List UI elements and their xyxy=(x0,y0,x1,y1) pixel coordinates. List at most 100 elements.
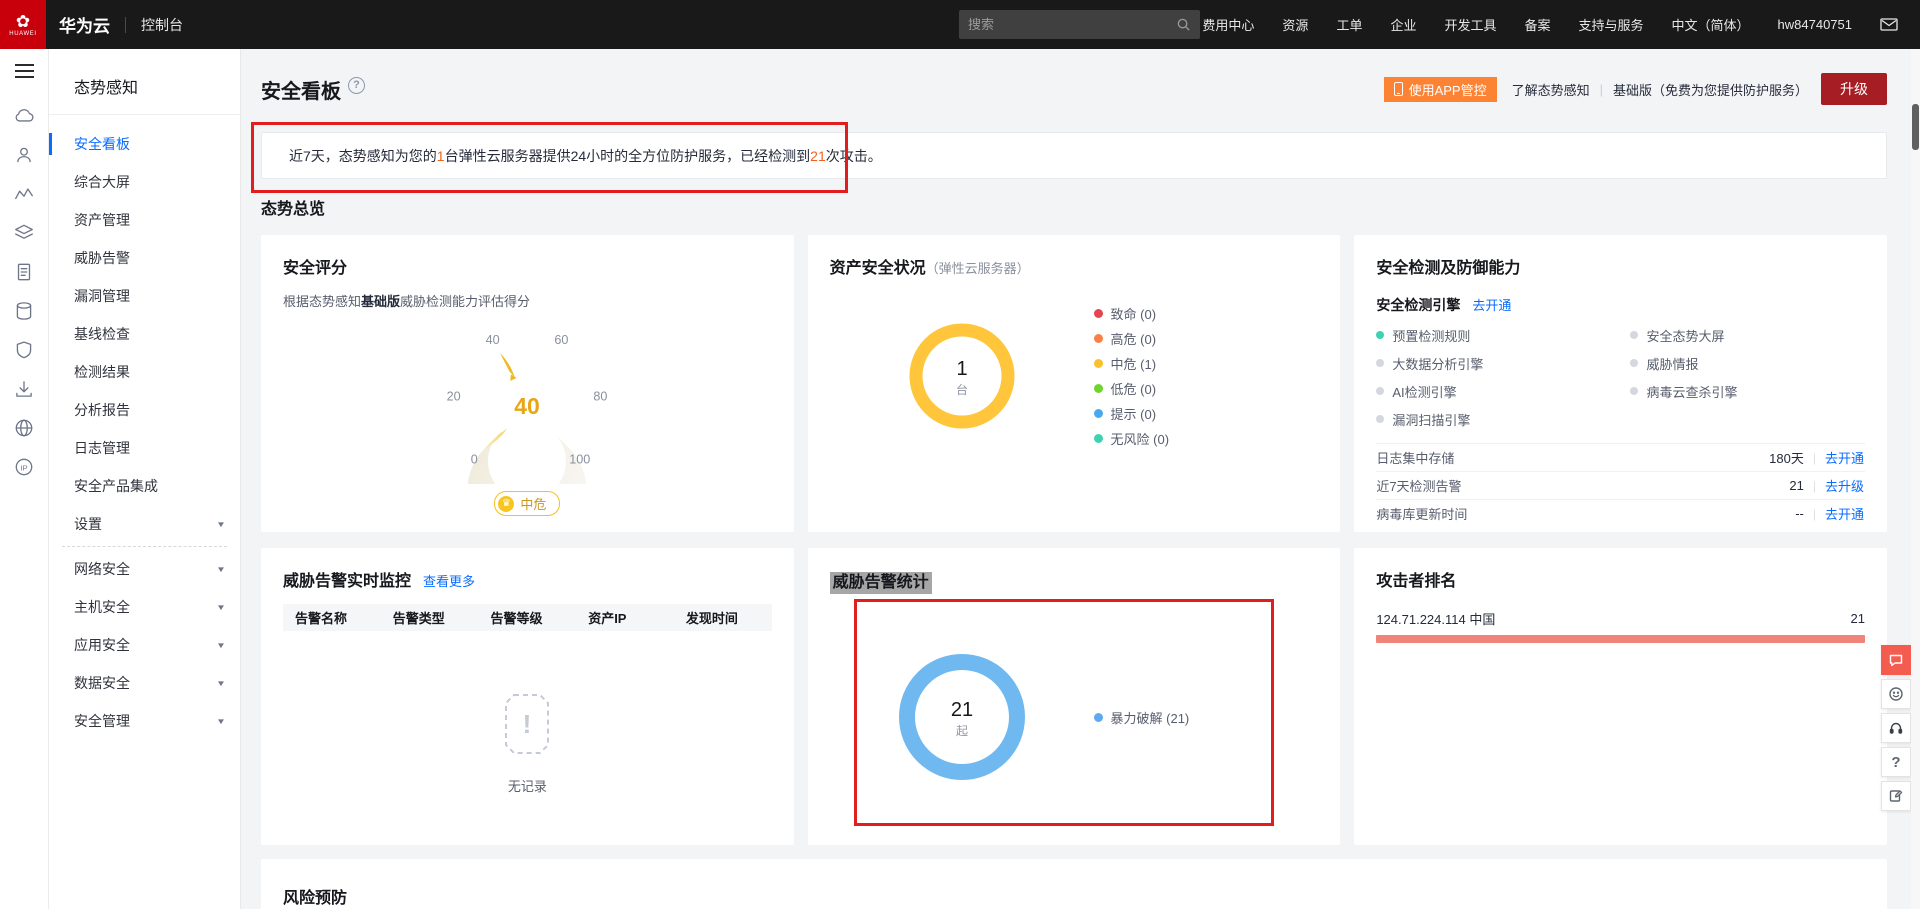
sidebar-group-app-security[interactable]: 应用安全 ▼ xyxy=(49,626,240,664)
learn-link[interactable]: 了解态势感知 xyxy=(1512,80,1590,99)
ip-icon[interactable]: IP xyxy=(12,455,36,479)
service-hotline-button[interactable] xyxy=(1881,713,1911,743)
document-icon[interactable] xyxy=(12,260,36,284)
chevron-down-icon: ▼ xyxy=(216,519,226,529)
cloud-icon[interactable] xyxy=(12,104,36,128)
status-dot xyxy=(1630,359,1639,367)
sidebar-group-data-security[interactable]: 数据安全 ▼ xyxy=(49,664,240,702)
help-icon[interactable]: ? xyxy=(348,76,365,94)
app-control-button[interactable]: 使用APP管控 xyxy=(1383,76,1497,102)
engine-enable-link[interactable]: 去开通 xyxy=(1472,295,1511,314)
shield-icon[interactable] xyxy=(12,338,36,362)
download-icon[interactable] xyxy=(12,377,36,401)
chevron-down-icon: ▼ xyxy=(216,678,226,688)
sidebar-item-log-management[interactable]: 日志管理 xyxy=(49,429,240,467)
brand-huaweicloud[interactable]: 华为云 xyxy=(59,12,110,37)
sidebar-item-big-screen[interactable]: 综合大屏 xyxy=(49,163,240,201)
risk-prevention-card: 风险预防 xyxy=(261,859,1887,909)
section-title-overview: 态势总览 xyxy=(261,201,326,218)
menu-icp[interactable]: 备案 xyxy=(1524,15,1550,34)
huawei-logo[interactable]: ✿ HUAWEI xyxy=(0,0,46,49)
feedback-edit-button[interactable] xyxy=(1881,781,1911,811)
stat-virus-db: 病毒库更新时间 -- | 去开通 xyxy=(1376,499,1865,527)
sidebar-item-security-dashboard[interactable]: 安全看板 xyxy=(49,125,240,163)
menu-account[interactable]: hw84740751 xyxy=(1778,17,1852,32)
sidebar-group-network-security[interactable]: 网络安全 ▼ xyxy=(49,550,240,588)
sidebar-item-analysis-reports[interactable]: 分析报告 xyxy=(49,391,240,429)
security-score-card: 安全评分 根据态势感知基础版威胁检测能力评估得分 40 0 20 40 60 8… xyxy=(261,235,794,550)
svg-text:IP: IP xyxy=(20,463,27,472)
chat-support-button[interactable] xyxy=(1881,645,1911,675)
sidebar-item-product-integration[interactable]: 安全产品集成 xyxy=(49,467,240,505)
stat-link[interactable]: 去开通 xyxy=(1825,448,1865,467)
svg-text:40: 40 xyxy=(486,333,500,347)
sidebar-group-security-management[interactable]: 安全管理 ▼ xyxy=(49,702,240,740)
card-title: 威胁告警统计 xyxy=(829,572,1319,594)
view-more-link[interactable]: 查看更多 xyxy=(423,572,475,592)
search-icon[interactable] xyxy=(1176,17,1191,32)
alarm-unit: 起 xyxy=(956,724,968,738)
sidebar-item-vulnerability[interactable]: 漏洞管理 xyxy=(49,277,240,315)
engine-vuln-scan: 漏洞扫描引擎 xyxy=(1376,405,1630,433)
help-center-button[interactable]: ? xyxy=(1881,747,1911,777)
menu-resources[interactable]: 资源 xyxy=(1282,15,1308,34)
sidebar-item-threat-alarms[interactable]: 威胁告警 xyxy=(49,239,240,277)
question-icon: ? xyxy=(1891,753,1901,771)
layers-icon[interactable] xyxy=(12,221,36,245)
attacker-row: 124.71.224.114 中国 21 xyxy=(1376,609,1865,628)
console-link[interactable]: 控制台 xyxy=(141,15,183,35)
asset-count: 1 xyxy=(956,358,967,380)
status-dot xyxy=(1376,415,1385,423)
menu-devtools[interactable]: 开发工具 xyxy=(1444,15,1496,34)
sidebar-group-host-security[interactable]: 主机安全 ▼ xyxy=(49,588,240,626)
headset-icon xyxy=(1889,722,1903,734)
svg-text:80: 80 xyxy=(594,389,608,403)
sidebar-item-asset-management[interactable]: 资产管理 xyxy=(49,201,240,239)
huawei-logo-icon: ✿ xyxy=(15,11,31,31)
alarm-table-header: 告警名称 告警类型 告警等级 资产IP 发现时间 xyxy=(283,604,772,631)
highlighted-title: 威胁告警统计 xyxy=(829,572,932,594)
chevron-down-icon: ▼ xyxy=(216,716,226,726)
card-title: 资产安全状况 （弹性云服务器） xyxy=(829,260,1030,277)
sidebar-item-detection-results[interactable]: 检测结果 xyxy=(49,353,240,391)
svg-text:100: 100 xyxy=(570,452,591,466)
feedback-smiley-button[interactable] xyxy=(1881,679,1911,709)
legend-dot xyxy=(1093,434,1103,443)
sidebar-item-baseline-check[interactable]: 基线检查 xyxy=(49,315,240,353)
menu-billing[interactable]: 费用中心 xyxy=(1202,15,1254,34)
col-alarm-name: 告警名称 xyxy=(295,611,348,626)
status-dot xyxy=(1376,387,1385,395)
sidebar-item-settings[interactable]: 设置 ▼ xyxy=(49,505,240,543)
mail-icon[interactable] xyxy=(1880,17,1898,32)
menu-language[interactable]: 中文（简体） xyxy=(1672,15,1750,34)
scrollbar-thumb[interactable] xyxy=(1912,104,1919,150)
menu-tickets[interactable]: 工单 xyxy=(1336,15,1362,34)
stat-link[interactable]: 去开通 xyxy=(1825,504,1865,523)
database-icon[interactable] xyxy=(12,299,36,323)
menu-enterprise[interactable]: 企业 xyxy=(1390,15,1416,34)
protection-notice-banner: 近7天，态势感知为您的1台弹性云服务器提供24小时的全方位防护服务，已经检测到2… xyxy=(261,132,1887,179)
menu-support[interactable]: 支持与服务 xyxy=(1579,15,1644,34)
legend-item-critical: 致命 (0) xyxy=(1093,305,1170,322)
security-score-gauge: 40 0 20 40 60 80 100 xyxy=(283,312,772,550)
upgrade-button[interactable]: 升级 xyxy=(1821,73,1887,105)
asset-unit: 台 xyxy=(956,382,968,397)
status-dot xyxy=(1376,359,1385,367)
user-icon[interactable] xyxy=(12,143,36,167)
engine-big-screen: 安全态势大屏 xyxy=(1630,321,1737,349)
globe-icon[interactable] xyxy=(12,416,36,440)
global-search[interactable] xyxy=(959,10,1200,39)
status-dot xyxy=(1630,331,1639,339)
engine-list: 预置检测规则 大数据分析引擎 AI检测引擎 漏洞扫描引擎 安全态势大屏 威胁情报… xyxy=(1376,321,1865,433)
menu-icon[interactable] xyxy=(14,64,34,78)
activity-icon[interactable] xyxy=(12,182,36,206)
col-found-time: 发现时间 xyxy=(685,611,738,626)
stat-link[interactable]: 去升级 xyxy=(1825,476,1865,495)
legend-item-info: 提示 (0) xyxy=(1093,405,1170,422)
engine-ai: AI检测引擎 xyxy=(1376,377,1630,405)
search-input[interactable] xyxy=(968,17,1176,32)
engine-title: 安全检测引擎 xyxy=(1376,297,1461,313)
alarm-donut-area: 21 起 暴力破解 (21) xyxy=(830,630,1319,804)
col-alarm-type: 告警类型 xyxy=(392,611,445,626)
legend-dot xyxy=(1093,409,1103,418)
